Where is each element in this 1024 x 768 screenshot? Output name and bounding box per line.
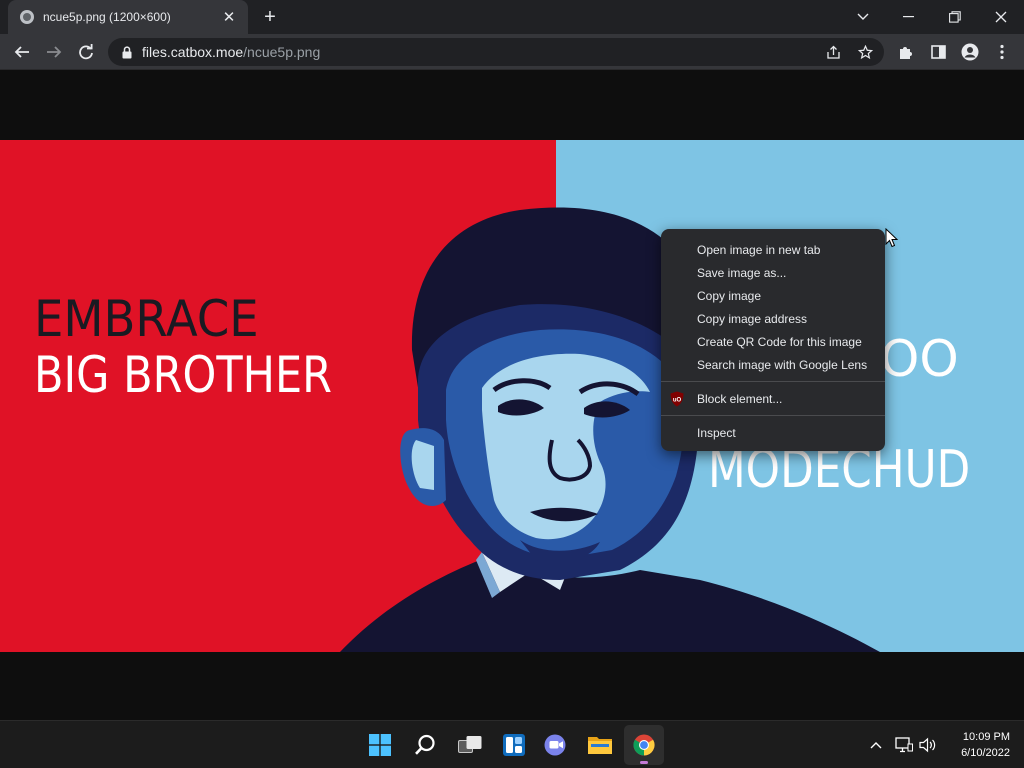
- restore-button[interactable]: [932, 0, 978, 34]
- reload-icon: [79, 44, 93, 60]
- ublock-origin-icon: uO: [670, 391, 684, 407]
- chrome-taskbar-button[interactable]: [624, 725, 664, 765]
- new-tab-button[interactable]: +: [258, 6, 282, 28]
- chevron-up-icon: [870, 742, 882, 749]
- active-app-indicator: [640, 761, 648, 764]
- system-clock[interactable]: 10:09 PM 6/10/2022: [961, 729, 1010, 761]
- volume-icon: [919, 737, 936, 753]
- task-view-button[interactable]: [450, 725, 490, 765]
- browser-tab[interactable]: ncue5p.png (1200×600) ✕: [8, 0, 248, 34]
- task-view-icon: [458, 736, 482, 753]
- mouse-cursor-icon: [885, 228, 899, 248]
- menu-separator: [661, 381, 885, 382]
- context-menu: Open image in new tab Save image as... C…: [661, 229, 885, 451]
- menu-item-copy-image[interactable]: Copy image: [661, 284, 885, 307]
- menu-item-block-element-label: Block element...: [697, 391, 783, 406]
- star-icon[interactable]: [852, 39, 878, 65]
- menu-item-open-image-new-tab[interactable]: Open image in new tab: [661, 238, 885, 261]
- address-bar[interactable]: files.catbox.moe/ncue5p.png: [108, 38, 884, 66]
- chrome-icon: [633, 734, 655, 756]
- windows-taskbar: 10:09 PM 6/10/2022: [0, 720, 1024, 768]
- file-explorer-button[interactable]: [580, 725, 620, 765]
- clock-date: 6/10/2022: [961, 747, 1010, 759]
- widgets-icon: [503, 734, 525, 756]
- chrome-menu-button[interactable]: [988, 37, 1016, 67]
- poster-headline-line1: EMBRACE: [34, 290, 259, 348]
- file-explorer-icon: [588, 737, 612, 754]
- url-host: files.catbox.moe: [142, 44, 244, 60]
- windows-start-icon: [369, 734, 391, 756]
- teams-chat-icon: [544, 734, 566, 756]
- back-icon: [14, 46, 29, 58]
- widgets-button[interactable]: [494, 725, 534, 765]
- poster-right-text-line1: OO: [880, 330, 959, 388]
- menu-item-block-element[interactable]: uO Block element...: [661, 387, 885, 410]
- minimize-button[interactable]: [886, 0, 932, 34]
- reload-button[interactable]: [72, 37, 100, 67]
- share-icon[interactable]: [820, 39, 846, 65]
- profile-button[interactable]: [956, 37, 984, 67]
- chevron-down-icon: [857, 13, 869, 20]
- close-icon: [995, 11, 1007, 23]
- profile-icon: [961, 43, 979, 61]
- poster-headline-line2: BIG BROTHER: [34, 346, 333, 404]
- forward-button[interactable]: [40, 37, 68, 67]
- menu-item-create-qr-code[interactable]: Create QR Code for this image: [661, 330, 885, 353]
- poster-right-text-line2: MODECHUD: [708, 440, 971, 500]
- show-hidden-icons-button[interactable]: [864, 733, 888, 757]
- tab-close-button[interactable]: ✕: [220, 8, 238, 26]
- tab-strip: ncue5p.png (1200×600) ✕ +: [0, 0, 1024, 34]
- network-status-button[interactable]: [892, 733, 916, 757]
- restore-icon: [949, 11, 961, 23]
- extensions-button[interactable]: [892, 37, 920, 67]
- menu-separator: [661, 415, 885, 416]
- forward-icon: [47, 46, 62, 58]
- start-button[interactable]: [360, 725, 400, 765]
- teams-chat-button[interactable]: [536, 725, 576, 765]
- volume-button[interactable]: [916, 733, 940, 757]
- minimize-icon: [903, 16, 914, 18]
- menu-item-search-google-lens[interactable]: Search image with Google Lens: [661, 353, 885, 376]
- url-text[interactable]: files.catbox.moe/ncue5p.png: [142, 44, 320, 60]
- menu-item-save-image-as[interactable]: Save image as...: [661, 261, 885, 284]
- tab-search-button[interactable]: [840, 0, 886, 34]
- browser-toolbar: files.catbox.moe/ncue5p.png: [0, 34, 1024, 70]
- extensions-icon: [900, 47, 912, 59]
- menu-icon: [1000, 44, 1004, 60]
- clock-time: 10:09 PM: [962, 731, 1010, 743]
- network-icon: [895, 737, 913, 753]
- menu-item-copy-image-address[interactable]: Copy image address: [661, 307, 885, 330]
- svg-text:uO: uO: [673, 398, 682, 404]
- url-path: /ncue5p.png: [243, 44, 321, 60]
- tab-title: ncue5p.png (1200×600): [43, 10, 171, 24]
- sidepanel-icon: [930, 45, 946, 59]
- search-icon: [415, 734, 435, 755]
- close-window-button[interactable]: [978, 0, 1024, 34]
- back-button[interactable]: [8, 37, 36, 67]
- taskbar-search-button[interactable]: [405, 725, 445, 765]
- tab-favicon-icon: [20, 10, 34, 24]
- menu-item-inspect[interactable]: Inspect: [661, 421, 885, 444]
- lock-icon[interactable]: [120, 44, 134, 60]
- side-panel-button[interactable]: [924, 37, 952, 67]
